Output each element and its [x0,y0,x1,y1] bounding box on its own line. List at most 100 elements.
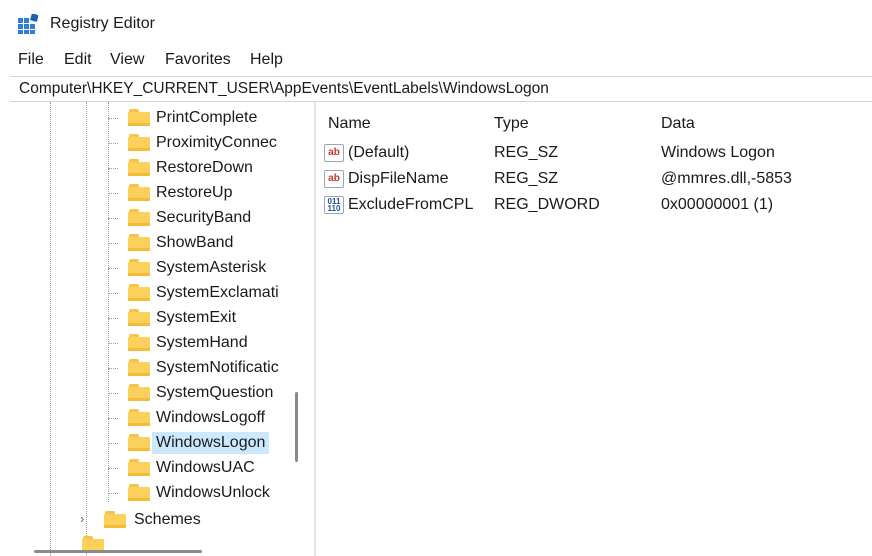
tree-guide-line [50,102,51,556]
value-type: REG_DWORD [494,196,600,213]
tree-item[interactable]: WindowsUnlock [108,481,298,505]
value-data: Windows Logon [661,144,775,161]
tree-item[interactable]: SystemExit [108,306,298,330]
folder-icon [128,234,150,251]
address-bar[interactable]: Computer\HKEY_CURRENT_USER\AppEvents\Eve… [10,76,872,102]
string-value-icon: ab [324,170,344,188]
folder-icon [128,259,150,276]
tree-vertical-scrollbar[interactable] [295,392,298,462]
menu-edit[interactable]: Edit [64,50,92,70]
tree-item[interactable]: SystemQuestion [108,381,298,405]
tree-connector [108,293,118,294]
folder-icon [128,359,150,376]
tree-connector [108,318,118,319]
column-header-name[interactable]: Name [328,114,371,134]
value-data: @mmres.dll,-5853 [661,170,792,187]
string-value-icon: ab [324,144,344,162]
folder-icon [128,309,150,326]
tree-item-label: SystemExclamati [156,284,279,301]
tree-connector [108,368,118,369]
tree-item-label: RestoreUp [156,184,233,201]
folder-icon [128,409,150,426]
menu-file[interactable]: File [18,50,44,70]
folder-icon [128,134,150,151]
tree-item-label: SystemQuestion [156,384,274,401]
tree-item-label: WindowsUAC [156,459,255,476]
tree-connector [108,468,118,469]
value-row[interactable]: ab (Default) REG_SZ Windows Logon [316,140,872,166]
tree-connector [108,243,118,244]
tree-item-label: SystemExit [156,309,237,326]
tree-item[interactable]: RestoreUp [108,181,298,205]
value-data: 0x00000001 (1) [661,196,774,213]
tree-item-label: RestoreDown [156,159,253,176]
value-row[interactable]: ab DispFileName REG_SZ @mmres.dll,-5853 [316,166,872,192]
folder-icon [128,284,150,301]
values-list-pane[interactable]: Name Type Data ab (Default) REG_SZ Windows … [316,102,872,556]
title-bar: Registry Editor [0,0,872,46]
chevron-right-icon[interactable]: › [80,511,84,526]
menu-help[interactable]: Help [250,50,283,70]
tree-connector [108,193,118,194]
value-name: (Default) [348,144,410,161]
value-type: REG_SZ [494,144,559,161]
tree-item-label: WindowsUnlock [156,484,270,501]
tree-item-label: SecurityBand [156,209,252,226]
tree-item-label: SystemNotificatic [156,359,279,376]
tree-item[interactable]: WindowsLogon [108,431,298,455]
tree-item[interactable]: SystemNotificatic [108,356,298,380]
value-name: ExcludeFromCPL [348,196,474,213]
folder-icon [128,184,150,201]
tree-item[interactable]: ShowBand [108,231,298,255]
menu-view[interactable]: View [110,50,144,70]
tree-item[interactable]: WindowsUAC [108,456,298,480]
tree-item-label: WindowsLogoff [156,409,266,426]
window-title: Registry Editor [50,15,155,32]
folder-icon [128,209,150,226]
tree-item[interactable]: SystemExclamati [108,281,298,305]
tree-guide-line [86,102,87,556]
tree-connector [108,143,118,144]
folder-icon [128,384,150,401]
tree-item[interactable]: SystemHand [108,331,298,355]
folder-icon [128,159,150,176]
menu-favorites[interactable]: Favorites [165,50,231,70]
tree-item-label: SystemAsterisk [156,259,267,276]
column-header-type[interactable]: Type [494,114,529,134]
tree-item-schemes[interactable]: › Schemes [80,508,286,532]
registry-editor-icon [18,13,39,34]
value-name: DispFileName [348,170,449,187]
tree-connector [108,268,118,269]
folder-icon [128,484,150,501]
tree-item[interactable]: ProximityConnec [108,131,298,155]
address-path[interactable]: Computer\HKEY_CURRENT_USER\AppEvents\Eve… [19,79,549,99]
tree-connector [108,443,118,444]
tree-connector [108,418,118,419]
tree-item[interactable]: RestoreDown [108,156,298,180]
column-header-data[interactable]: Data [661,114,695,134]
tree-item-label: Schemes [134,511,201,528]
menu-bar: File Edit View Favorites Help [0,48,872,72]
tree-connector [108,493,118,494]
folder-icon [128,434,150,451]
tree-item[interactable]: WindowsLogoff [108,406,298,430]
value-row[interactable]: 011 110 ExcludeFromCPL REG_DWORD 0x00000001… [316,192,872,218]
tree-item-label: ProximityConnec [156,134,277,151]
tree-connector [108,343,118,344]
tree-connector [108,118,118,119]
tree-connector [108,393,118,394]
tree-horizontal-scrollbar[interactable] [34,550,202,553]
binary-value-icon: 011 110 [324,196,344,214]
tree-item[interactable]: SecurityBand [108,206,298,230]
tree-item-label: ShowBand [156,234,234,251]
tree-connector [108,218,118,219]
folder-icon [104,511,126,528]
folder-icon [128,459,150,476]
tree-item[interactable]: SystemAsterisk [108,256,298,280]
tree-item[interactable]: PrintComplete [108,106,298,130]
folder-icon [128,334,150,351]
tree-connector [108,168,118,169]
tree-item-label: WindowsLogon [152,432,270,454]
tree-pane[interactable]: PrintComplete ProximityConnec RestoreDown R… [10,102,310,556]
value-type: REG_SZ [494,170,559,187]
